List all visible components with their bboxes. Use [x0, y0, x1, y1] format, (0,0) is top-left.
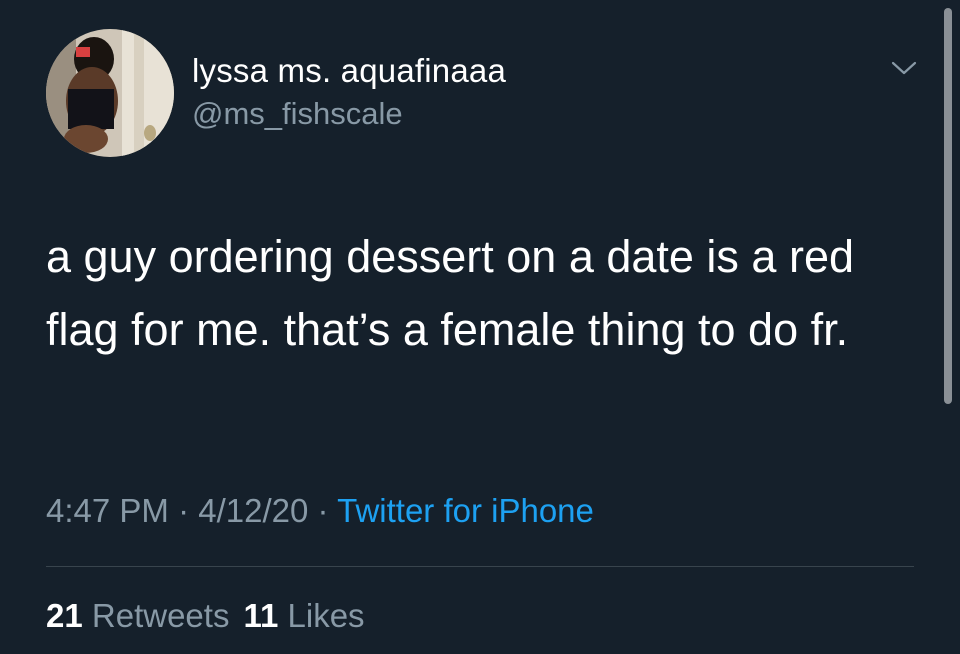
tweet-card: lyssa ms. aquafinaaa @ms_fishscale a guy… — [0, 0, 960, 654]
tweet-time[interactable]: 4:47 PM — [46, 492, 169, 529]
divider — [46, 566, 914, 567]
tweet-stats: 21 Retweets 11 Likes — [46, 597, 365, 635]
retweets-label: Retweets — [91, 597, 230, 634]
retweets-count: 21 — [46, 597, 83, 634]
tweet-meta: 4:47 PM · 4/12/20 · Twitter for iPhone — [46, 492, 594, 530]
meta-separator: · — [317, 492, 329, 529]
retweets-stat[interactable]: 21 Retweets — [46, 597, 229, 634]
chevron-down-icon[interactable] — [890, 58, 918, 78]
tweet-text: a guy ordering dessert on a date is a re… — [46, 231, 855, 355]
meta-separator: · — [178, 492, 190, 529]
avatar-image — [46, 29, 174, 157]
display-name[interactable]: lyssa ms. aquafinaaa — [192, 52, 506, 90]
tweet-source-link[interactable]: Twitter for iPhone — [337, 492, 594, 529]
user-handle[interactable]: @ms_fishscale — [192, 96, 403, 132]
likes-label: Likes — [287, 597, 365, 634]
likes-count: 11 — [243, 597, 279, 634]
avatar[interactable] — [46, 29, 174, 157]
scrollbar[interactable] — [944, 8, 952, 404]
likes-stat[interactable]: 11 Likes — [243, 597, 364, 634]
tweet-date[interactable]: 4/12/20 — [198, 492, 308, 529]
